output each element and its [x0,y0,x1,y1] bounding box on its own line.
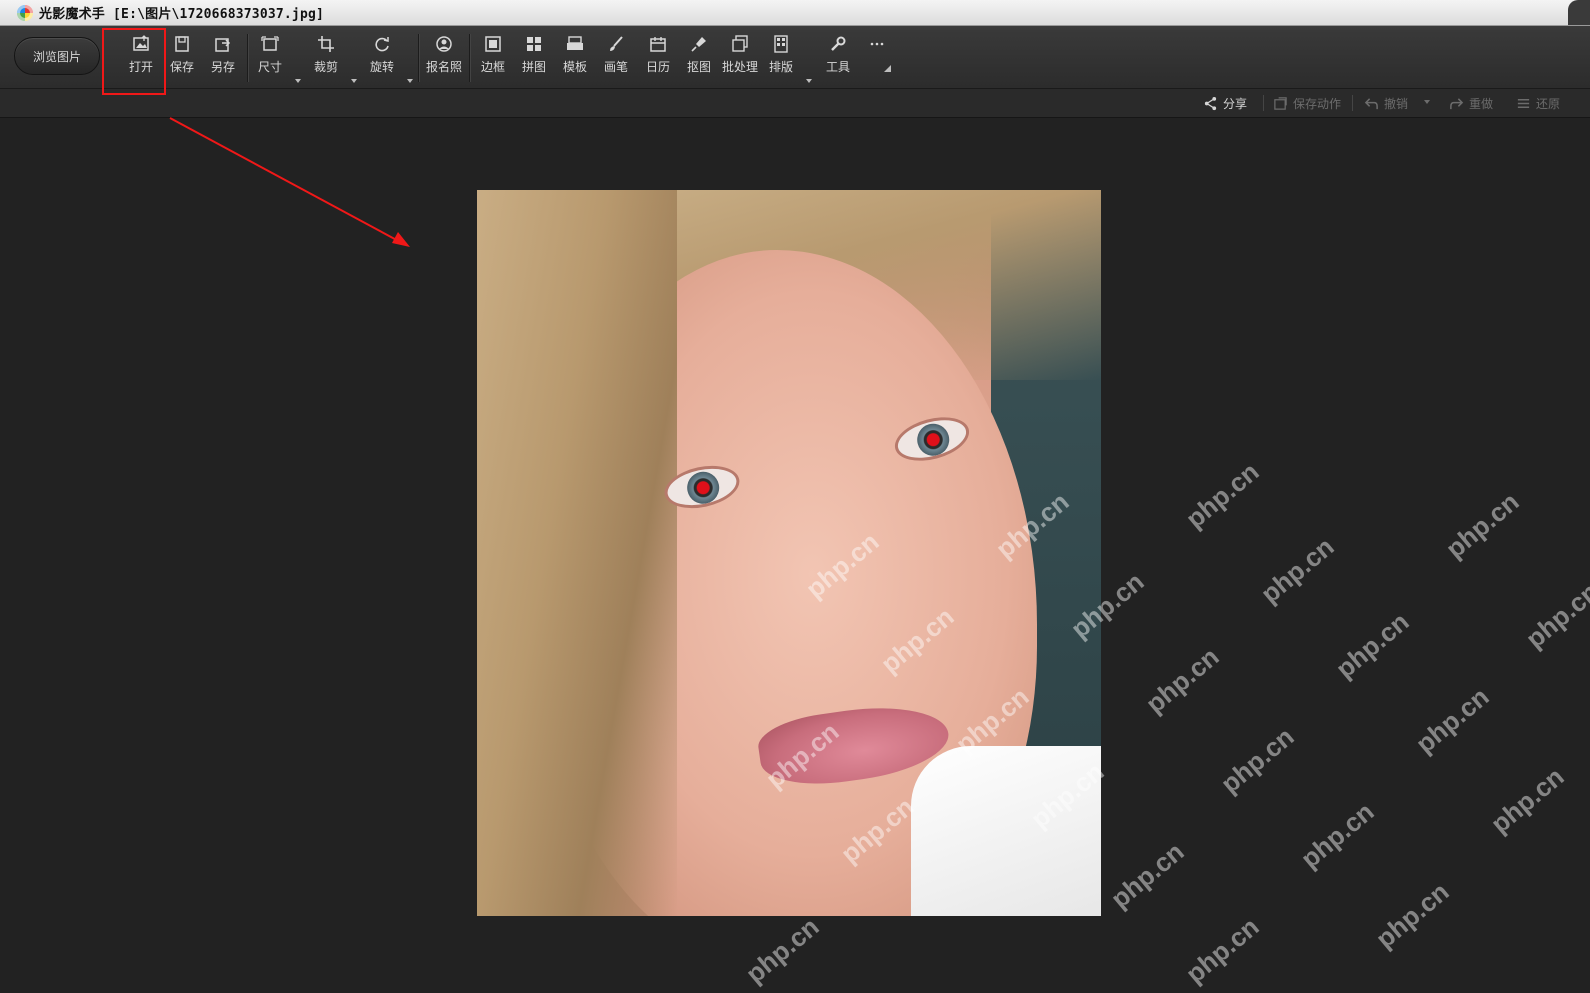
save-action-label: 保存动作 [1293,96,1342,111]
window-title: 光影魔术手 [E:\图片\1720668373037.jpg] [39,7,325,22]
undo-button[interactable]: 撤销 [1364,94,1408,112]
save-icon [172,34,192,54]
photo-preview[interactable] [477,190,1101,916]
batch-icon [730,34,750,54]
more-icon [867,34,887,54]
resize-dropdown-caret[interactable] [295,79,301,83]
main-toolbar: 浏览图片 打开 保存 另存 尺寸 裁剪 旋转 报名照 边框 拼图 模板 画笔 日… [0,26,1590,89]
photo-shirt [911,746,1101,916]
toolbar-divider [418,34,419,82]
resize-icon [260,34,280,54]
frame-icon [483,34,503,54]
template-label: 模板 [562,60,587,74]
cutout-label: 抠图 [686,60,711,74]
subbar-divider [1263,95,1264,111]
restore-icon [1517,98,1530,108]
crop-button[interactable]: 裁剪 [306,34,346,80]
browse-images-button[interactable]: 浏览图片 [14,37,100,75]
id-photo-button[interactable]: 报名照 [424,34,464,80]
batch-label: 批处理 [721,60,758,74]
save-as-icon [213,34,233,54]
calendar-label: 日历 [645,60,670,74]
tools-label: 工具 [825,60,850,74]
frame-button[interactable]: 边框 [473,34,513,80]
calendar-button[interactable]: 日历 [638,34,678,80]
redo-icon [1450,97,1464,109]
layout-dropdown-caret[interactable] [806,79,812,83]
id-photo-icon [434,34,454,54]
resize-label: 尺寸 [257,60,282,74]
frame-label: 边框 [480,60,505,74]
cutout-button[interactable]: 抠图 [679,34,719,80]
open-label: 打开 [128,60,153,74]
layout-button[interactable]: 排版 [761,34,801,80]
save-action-icon [1274,96,1287,110]
restore-button[interactable]: 还原 [1516,94,1560,112]
redo-label: 重做 [1469,96,1494,111]
id-photo-label: 报名照 [425,60,462,74]
collage-button[interactable]: 拼图 [514,34,554,80]
brush-button[interactable]: 画笔 [596,34,636,80]
undo-icon [1364,97,1378,109]
wrench-icon [828,34,848,54]
undo-dropdown-caret[interactable] [1424,100,1430,104]
cutout-icon [689,34,709,54]
batch-button[interactable]: 批处理 [720,34,760,80]
rotate-button[interactable]: 旋转 [362,34,402,80]
more-button[interactable] [857,34,897,80]
template-button[interactable]: 模板 [555,34,595,80]
share-icon [1204,96,1217,110]
calendar-icon [648,34,668,54]
share-button[interactable]: 分享 [1203,94,1247,112]
save-as-button[interactable]: 另存 [203,34,243,80]
restore-label: 还原 [1536,96,1561,111]
toolbar-divider [469,34,470,82]
share-label: 分享 [1223,96,1248,111]
resize-button[interactable]: 尺寸 [250,34,290,80]
toolbar-expand-icon[interactable] [884,65,891,72]
brush-label: 画笔 [603,60,628,74]
app-logo-icon [17,4,33,21]
brush-icon [606,34,626,54]
template-icon [565,34,585,54]
crop-icon [316,34,336,54]
window-controls[interactable] [1568,0,1590,25]
undo-label: 撤销 [1384,96,1409,111]
collage-icon [524,34,544,54]
layout-label: 排版 [768,60,793,74]
crop-label: 裁剪 [313,60,338,74]
rotate-icon [372,34,392,54]
open-image-icon [131,34,151,54]
window-title-bar: 光影魔术手 [E:\图片\1720668373037.jpg] [0,0,1590,26]
collage-label: 拼图 [521,60,546,74]
save-button[interactable]: 保存 [162,34,202,80]
redo-button[interactable]: 重做 [1449,94,1493,112]
tools-button[interactable]: 工具 [818,34,858,80]
save-label: 保存 [169,60,194,74]
photo-hair-left [477,190,677,916]
crop-dropdown-caret[interactable] [351,79,357,83]
toolbar-divider [247,34,248,82]
open-button[interactable]: 打开 [121,34,161,80]
secondary-toolbar: 分享 保存动作 撤销 重做 还原 [0,89,1590,118]
rotate-label: 旋转 [369,60,394,74]
rotate-dropdown-caret[interactable] [407,79,413,83]
save-as-label: 另存 [210,60,235,74]
layout-icon [771,34,791,54]
subbar-divider [1352,95,1353,111]
save-action-button[interactable]: 保存动作 [1273,94,1341,112]
